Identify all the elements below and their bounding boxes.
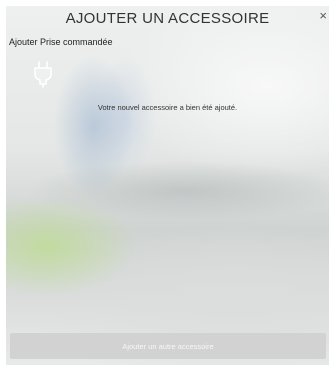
add-accessory-dialog: AJOUTER UN ACCESSOIRE × Ajouter Prise co…	[0, 0, 335, 365]
dialog-title: AJOUTER UN ACCESSOIRE	[65, 10, 270, 27]
add-another-accessory-button[interactable]: Ajouter un autre accessoire	[10, 333, 326, 359]
background-image	[6, 6, 329, 365]
plug-icon	[34, 61, 52, 88]
close-icon[interactable]: ×	[319, 9, 327, 23]
success-message: Votre nouvel accessoire a bien été ajout…	[97, 103, 238, 112]
accessory-type-label: Ajouter Prise commandée	[9, 37, 113, 47]
